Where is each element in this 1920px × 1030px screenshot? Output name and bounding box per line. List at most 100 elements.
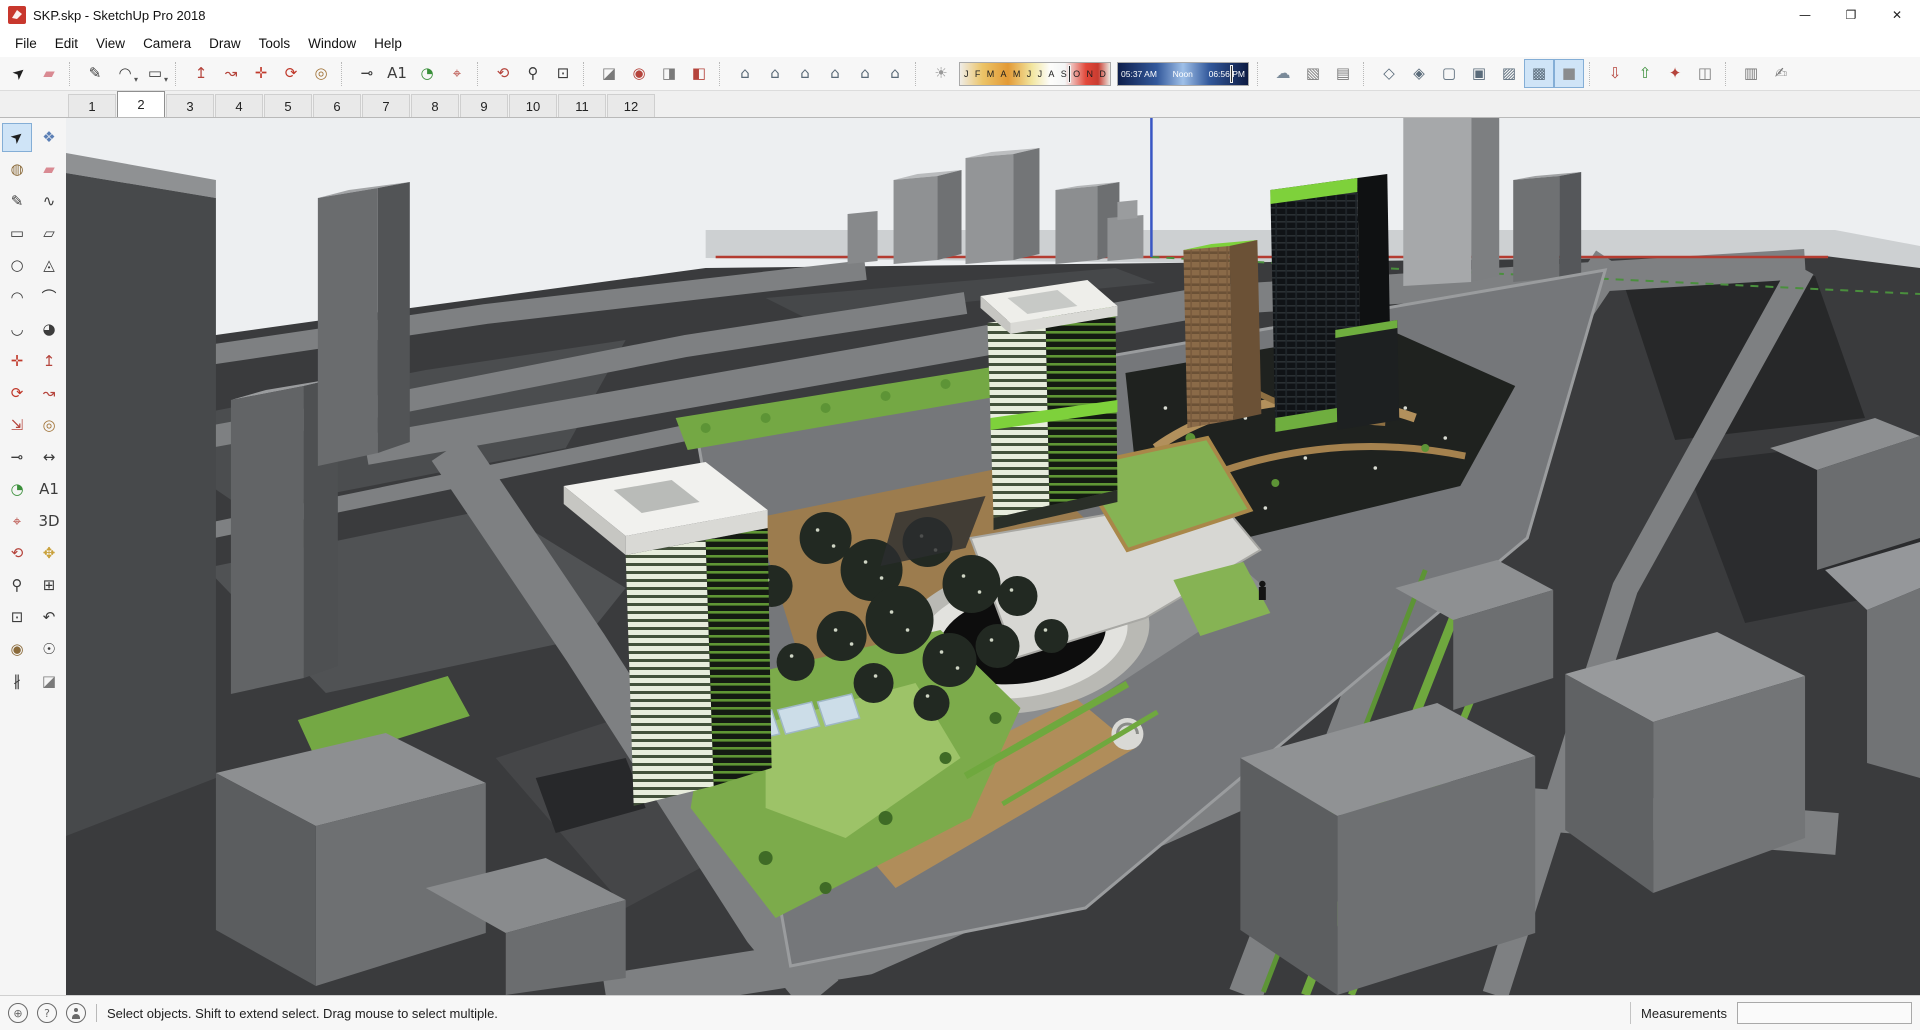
scene-tab-8[interactable]: 8 — [411, 94, 459, 117]
menu-item[interactable]: View — [87, 32, 134, 55]
style-wireframe[interactable]: ▢ — [1434, 59, 1464, 88]
offset-tool[interactable]: ◎ — [306, 59, 336, 88]
left-view[interactable]: ⌂ — [880, 59, 910, 88]
help-icon[interactable]: ? — [37, 1003, 57, 1023]
select-tool[interactable]: ➤ — [4, 59, 34, 88]
eraser-tool[interactable]: ▰ — [34, 155, 64, 184]
zoom-window-tool[interactable]: ⊞ — [34, 571, 64, 600]
shadows-toggle[interactable]: ☀ — [926, 59, 956, 88]
text-tool[interactable]: A1 — [34, 475, 64, 504]
zoom-extents-tool[interactable]: ⊡ — [2, 603, 32, 632]
match-photo[interactable]: ▧ — [1298, 59, 1328, 88]
move-tool[interactable]: ✛ — [246, 59, 276, 88]
date-slider-handle[interactable] — [1068, 64, 1071, 83]
position-camera-tool[interactable]: ◉ — [2, 635, 32, 664]
instructor[interactable]: ✍ — [1766, 59, 1796, 88]
two-point-arc-tool[interactable]: ⌒ — [34, 283, 64, 312]
push-pull-tool[interactable]: ↥ — [34, 347, 64, 376]
shapes-tool[interactable]: ▭ ▾ — [140, 59, 170, 88]
style-xray[interactable]: ◇ — [1374, 59, 1404, 88]
shadow-date-slider[interactable]: JFMAMJJASOND — [959, 61, 1111, 86]
scene-tab-6[interactable]: 6 — [313, 94, 361, 117]
scene-tab-3[interactable]: 3 — [166, 94, 214, 117]
style-hidden-line[interactable]: ▣ — [1464, 59, 1494, 88]
scene-tab-9[interactable]: 9 — [460, 94, 508, 117]
menu-item[interactable]: Edit — [46, 32, 87, 55]
menu-item[interactable]: Draw — [200, 32, 250, 55]
push-pull-tool[interactable]: ↥ — [186, 59, 216, 88]
axes-tool[interactable]: ⌖ — [442, 59, 472, 88]
fog-toggle[interactable]: ☁ — [1268, 59, 1298, 88]
polygon-tool[interactable]: ◬ — [34, 251, 64, 280]
paint-bucket-tool[interactable]: ◍ — [2, 155, 32, 184]
display-section-cuts[interactable]: ◉ — [624, 59, 654, 88]
geolocate-icon[interactable]: ⊕ — [8, 1003, 28, 1023]
scene-tab-2[interactable]: 2 — [117, 91, 165, 117]
model-canvas[interactable] — [66, 118, 1920, 995]
protractor-tool[interactable]: ◔ — [412, 59, 442, 88]
send-to-layout[interactable]: ◫ — [1690, 59, 1720, 88]
maximize-button[interactable]: ❐ — [1828, 0, 1874, 30]
rectangle-tool[interactable]: ▭ — [2, 219, 32, 248]
share-model[interactable]: ⇧ — [1630, 59, 1660, 88]
scene-tab-1[interactable]: 1 — [68, 94, 116, 117]
scene-tab-7[interactable]: 7 — [362, 94, 410, 117]
previous-view-tool[interactable]: ↶ — [34, 603, 64, 632]
scene-tab-5[interactable]: 5 — [264, 94, 312, 117]
zoom-tool[interactable]: ⚲ — [2, 571, 32, 600]
style-shaded[interactable]: ▨ — [1494, 59, 1524, 88]
tape-measure-tool[interactable]: ⊸ — [352, 59, 382, 88]
three-d-text-tool[interactable]: 3D — [34, 507, 64, 536]
menu-item[interactable]: File — [6, 32, 46, 55]
select-tool[interactable]: ➤ — [2, 123, 32, 152]
line-tool[interactable]: ✎ — [80, 59, 110, 88]
orbit-tool[interactable]: ⟲ — [2, 539, 32, 568]
scene-tab-4[interactable]: 4 — [215, 94, 263, 117]
viewport[interactable] — [66, 118, 1920, 995]
minimize-button[interactable]: — — [1782, 0, 1828, 30]
rotate-tool[interactable]: ⟳ — [276, 59, 306, 88]
freehand-tool[interactable]: ∿ — [34, 187, 64, 216]
scene-tab-12[interactable]: 12 — [607, 94, 655, 117]
right-view[interactable]: ⌂ — [820, 59, 850, 88]
scene-tab-11[interactable]: 11 — [558, 94, 606, 117]
pan-tool[interactable]: ✥ — [34, 539, 64, 568]
style-shaded-textures[interactable]: ▩ — [1524, 59, 1554, 88]
orbit-tool[interactable]: ⟲ — [488, 59, 518, 88]
shadow-settings[interactable]: ▤ — [1328, 59, 1358, 88]
line-tool[interactable]: ✎ — [2, 187, 32, 216]
scene-tab-10[interactable]: 10 — [509, 94, 557, 117]
follow-me-tool[interactable]: ↝ — [34, 379, 64, 408]
circle-tool[interactable]: ○ — [2, 251, 32, 280]
move-tool[interactable]: ✛ — [2, 347, 32, 376]
extension-warehouse[interactable]: ✦ — [1660, 59, 1690, 88]
axes-tool[interactable]: ⌖ — [2, 507, 32, 536]
back-view[interactable]: ⌂ — [850, 59, 880, 88]
rotated-rectangle-tool[interactable]: ▱ — [34, 219, 64, 248]
section-plane-tool[interactable]: ◪ — [594, 59, 624, 88]
protractor-tool[interactable]: ◔ — [2, 475, 32, 504]
style-back-edges[interactable]: ◈ — [1404, 59, 1434, 88]
get-models[interactable]: ⇩ — [1600, 59, 1630, 88]
top-view[interactable]: ⌂ — [760, 59, 790, 88]
close-button[interactable]: ✕ — [1874, 0, 1920, 30]
scale-tool[interactable]: ⇲ — [2, 411, 32, 440]
menu-item[interactable]: Help — [365, 32, 411, 55]
look-around-tool[interactable]: ☉ — [34, 635, 64, 664]
zoom-extents-tool[interactable]: ⊡ — [548, 59, 578, 88]
front-view[interactable]: ⌂ — [790, 59, 820, 88]
menu-item[interactable]: Camera — [134, 32, 200, 55]
make-component-tool[interactable]: ❖ — [34, 123, 64, 152]
menu-item[interactable]: Window — [299, 32, 365, 55]
arcs-tool[interactable]: ◠ ▾ — [110, 59, 140, 88]
style-monochrome[interactable]: ■ — [1554, 59, 1584, 88]
offset-tool[interactable]: ◎ — [34, 411, 64, 440]
three-point-arc-tool[interactable]: ◡ — [2, 315, 32, 344]
walk-tool[interactable]: ∦ — [2, 667, 32, 696]
section-plane-tool[interactable]: ◪ — [34, 667, 64, 696]
iso-view[interactable]: ⌂ — [730, 59, 760, 88]
rotate-tool[interactable]: ⟳ — [2, 379, 32, 408]
time-slider-handle[interactable] — [1229, 64, 1233, 83]
arc-tool[interactable]: ◠ — [2, 283, 32, 312]
measurements-input[interactable] — [1737, 1002, 1912, 1024]
